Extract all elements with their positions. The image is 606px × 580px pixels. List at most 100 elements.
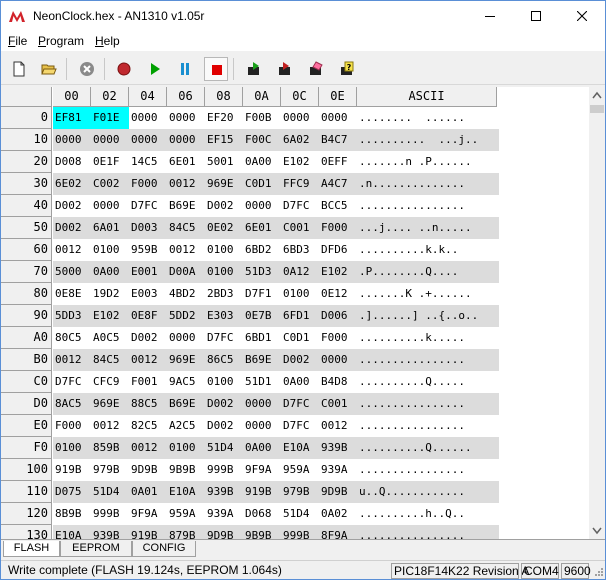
hex-cell[interactable]: 0A00 [281,371,319,393]
hex-cell[interactable]: 51D3 [243,261,281,283]
hex-cell[interactable]: 0000 [243,393,281,415]
hex-cell[interactable]: 859B [91,437,129,459]
hex-cell[interactable]: 6BD1 [243,327,281,349]
hex-cell[interactable]: F000 [53,415,91,437]
hex-cell[interactable]: 0E02 [205,217,243,239]
ascii-cell[interactable]: ..........h..Q.. [359,503,465,525]
hex-cell[interactable]: F000 [319,327,357,349]
hex-cell[interactable]: B69E [167,195,205,217]
hex-cell[interactable]: 999B [281,525,319,539]
hex-cell[interactable]: B69E [167,393,205,415]
hex-cell[interactable]: 0100 [91,239,129,261]
hex-cell[interactable]: F000 [319,217,357,239]
ascii-cell[interactable]: ................ [359,525,465,539]
hex-cell[interactable]: 0100 [167,437,205,459]
hex-cell[interactable]: 5000 [53,261,91,283]
hex-cell[interactable]: 969E [91,393,129,415]
scroll-up-icon[interactable] [589,87,605,104]
hex-cell[interactable]: EF81 [53,107,91,129]
hex-cell[interactable]: CFC9 [91,371,129,393]
abort-button[interactable] [75,57,99,81]
hex-cell[interactable]: 86C5 [205,349,243,371]
hex-grid[interactable]: 00 02 04 06 08 0A 0C 0E ASCII 0 EF81 F01E 0000 0000 E… [1,87,605,539]
hex-cell[interactable]: D003 [129,217,167,239]
hex-cell[interactable]: D7FC [281,195,319,217]
hex-cell[interactable]: 51D4 [205,437,243,459]
vertical-scrollbar[interactable] [589,87,605,539]
hex-cell[interactable]: 0000 [243,195,281,217]
hex-cell[interactable]: 0012 [53,349,91,371]
title-bar[interactable]: NeonClock.hex - AN1310 v1.05r [1,1,605,31]
hex-cell[interactable]: 84C5 [91,349,129,371]
hex-cell[interactable]: 80C5 [53,327,91,349]
hex-cell[interactable]: 14C5 [129,151,167,173]
hex-cell[interactable]: B4D8 [319,371,357,393]
hex-cell[interactable]: 0012 [129,349,167,371]
hex-cell[interactable]: 959B [129,239,167,261]
hex-cell[interactable]: 84C5 [167,217,205,239]
hex-cell[interactable]: 88C5 [129,393,167,415]
hex-cell[interactable]: 0000 [91,195,129,217]
hex-cell[interactable]: 969E [167,349,205,371]
hex-cell[interactable]: 0000 [281,107,319,129]
hex-cell[interactable]: 9D9B [129,459,167,481]
hex-cell[interactable]: 5DD2 [167,305,205,327]
ascii-cell[interactable]: u..Q............ [359,481,465,503]
hex-cell[interactable]: FFC9 [281,173,319,195]
hex-cell[interactable]: 2BD3 [205,283,243,305]
hex-cell[interactable]: F001 [129,371,167,393]
hex-cell[interactable]: 6A01 [91,217,129,239]
ascii-cell[interactable]: ...j.... ..n..... [359,217,472,239]
hex-cell[interactable]: D008 [53,151,91,173]
hex-cell[interactable]: D002 [53,195,91,217]
hex-cell[interactable]: DFD6 [319,239,357,261]
record-button[interactable] [112,57,136,81]
hex-cell[interactable]: 6E01 [167,151,205,173]
ascii-cell[interactable]: ................ [359,195,465,217]
hex-cell[interactable]: 0012 [91,415,129,437]
hex-cell[interactable]: E303 [205,305,243,327]
hex-cell[interactable]: E10A [281,437,319,459]
hex-cell[interactable]: 0100 [205,371,243,393]
tab-eeprom[interactable]: EEPROM [60,541,132,557]
hex-cell[interactable]: 0000 [91,129,129,151]
help-device-button[interactable]: ? [335,57,359,81]
maximize-button[interactable] [513,1,559,31]
erase-device-button[interactable] [304,57,328,81]
menu-program[interactable]: Program [38,34,84,48]
ascii-cell[interactable]: ........ ...... [359,107,465,129]
hex-cell[interactable]: 969E [205,173,243,195]
hex-cell[interactable]: 0E8E [53,283,91,305]
hex-cell[interactable]: D7FC [281,393,319,415]
hex-cell[interactable]: 0100 [205,261,243,283]
hex-cell[interactable]: E102 [281,151,319,173]
hex-cell[interactable]: 879B [167,525,205,539]
hex-cell[interactable]: 0000 [319,349,357,371]
hex-cell[interactable]: D7FC [53,371,91,393]
hex-cell[interactable]: D002 [129,327,167,349]
tab-flash[interactable]: FLASH [3,541,60,557]
hex-cell[interactable]: EF20 [205,107,243,129]
hex-cell[interactable]: 0000 [129,129,167,151]
scrollbar-thumb[interactable] [590,105,604,113]
ascii-cell[interactable]: ..........k..... [359,327,465,349]
hex-cell[interactable]: D075 [53,481,91,503]
ascii-cell[interactable]: .P........Q.... [359,261,458,283]
hex-cell[interactable]: 9B9B [167,459,205,481]
hex-cell[interactable]: 0A00 [91,261,129,283]
menu-file[interactable]: File [8,34,27,48]
hex-cell[interactable]: D7FC [281,415,319,437]
ascii-cell[interactable]: .n.............. [359,173,465,195]
hex-cell[interactable]: A2C5 [167,415,205,437]
hex-cell[interactable]: 8AC5 [53,393,91,415]
hex-cell[interactable]: D002 [205,195,243,217]
hex-cell[interactable]: 0012 [167,173,205,195]
hex-cell[interactable]: 19D2 [91,283,129,305]
hex-cell[interactable]: E10A [167,481,205,503]
pause-button[interactable] [173,57,197,81]
verify-device-button[interactable] [273,57,297,81]
hex-cell[interactable]: 4BD2 [167,283,205,305]
hex-cell[interactable]: D002 [53,217,91,239]
hex-cell[interactable]: 919B [243,481,281,503]
ascii-cell[interactable]: ................ [359,459,465,481]
